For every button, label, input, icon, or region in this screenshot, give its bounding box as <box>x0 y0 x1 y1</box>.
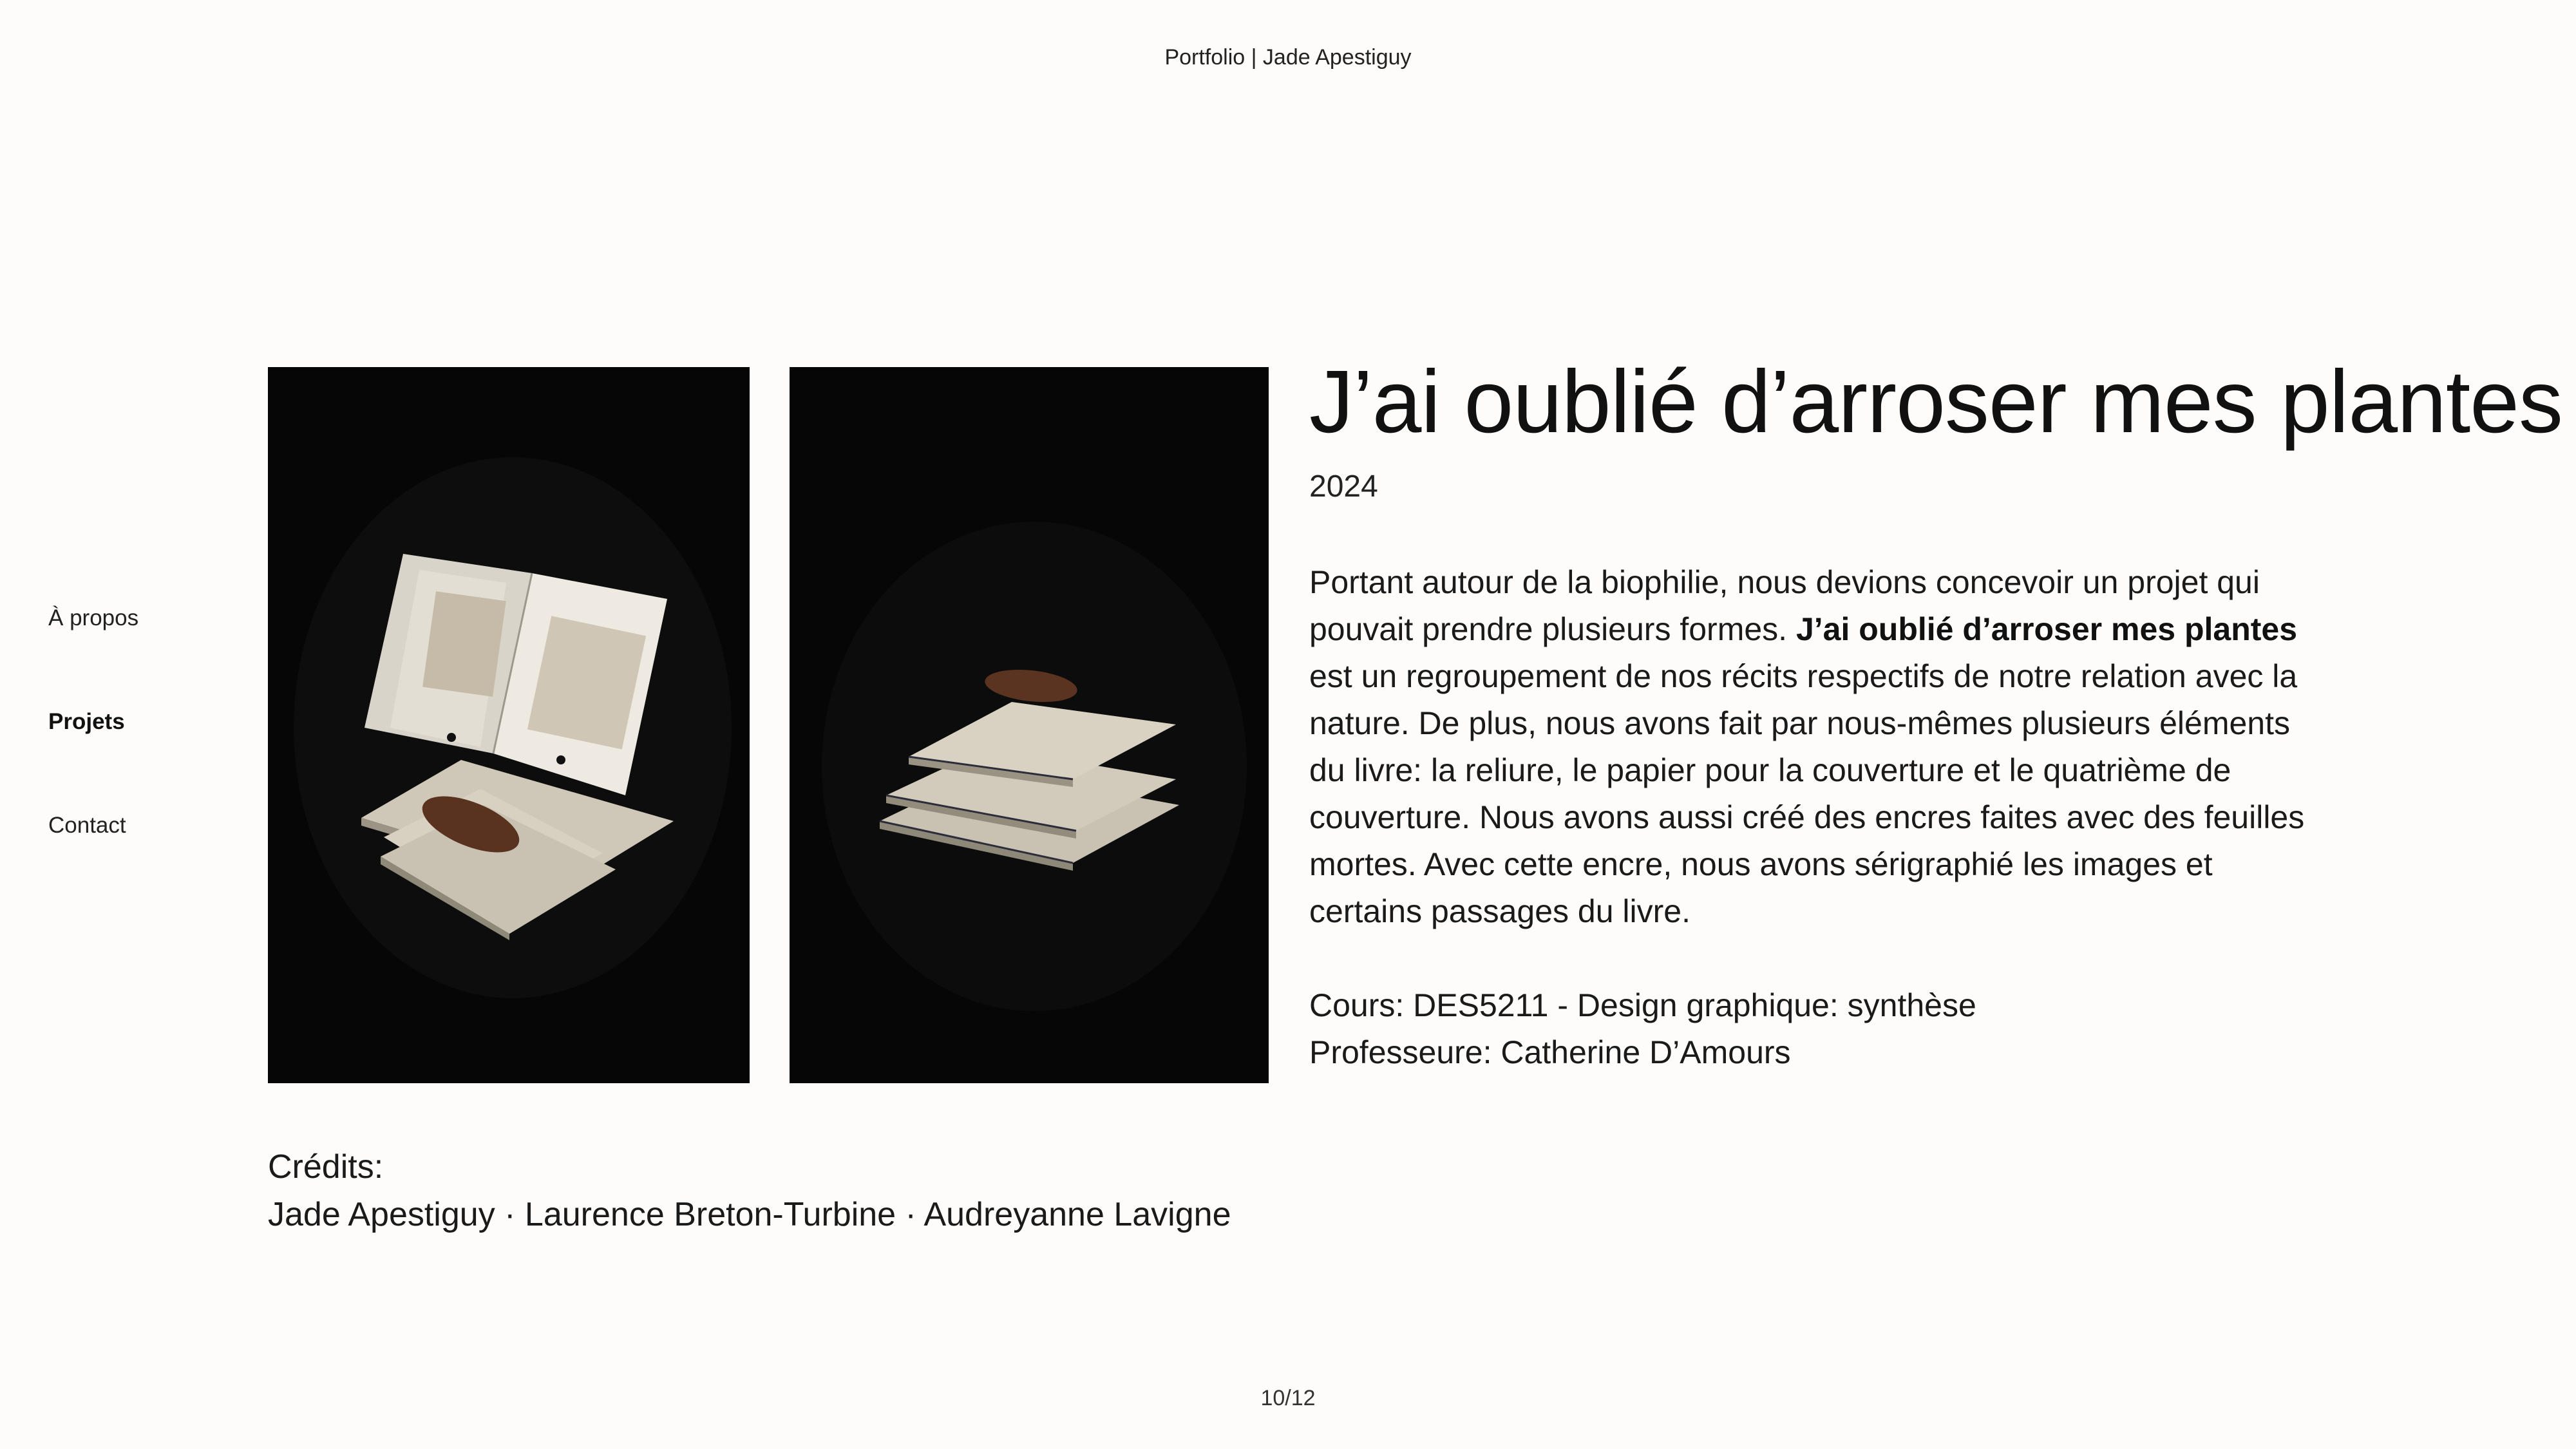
credits-label: Crédits: <box>268 1148 384 1186</box>
project-description: Portant autour de la biophilie, nous dev… <box>1309 559 2314 935</box>
project-course-info: Cours: DES5211 - Design graphique: synth… <box>1309 982 1976 1076</box>
page-indicator: 10/12 <box>1260 1386 1316 1410</box>
course-line: Cours: DES5211 - Design graphique: synth… <box>1309 987 1976 1023</box>
credits-names: Jade Apestiguy · Laurence Breton-Turbine… <box>268 1196 1231 1233</box>
nav-item-contact[interactable]: Contact <box>48 813 126 838</box>
site-title[interactable]: Portfolio | Jade Apestiguy <box>0 45 2576 70</box>
project-image-stacked-books <box>790 367 1269 1083</box>
open-book-photo <box>268 367 750 1083</box>
nav-item-a-propos[interactable]: À propos <box>48 605 138 631</box>
project-title: J’ai oublié d’arroser mes plantes <box>1309 352 2563 451</box>
stacked-books-photo <box>790 367 1269 1083</box>
project-image-open-book <box>268 367 750 1083</box>
professor-line: Professeure: Catherine D’Amours <box>1309 1034 1791 1070</box>
nav-item-projets[interactable]: Projets <box>48 709 125 735</box>
project-credits: Crédits: Jade Apestiguy · Laurence Breto… <box>268 1143 1231 1238</box>
description-rest: est un regroupement de nos récits respec… <box>1309 658 2305 929</box>
description-title-bold: J’ai oublié d’arroser mes plantes <box>1795 611 2298 647</box>
project-year: 2024 <box>1309 469 1378 504</box>
